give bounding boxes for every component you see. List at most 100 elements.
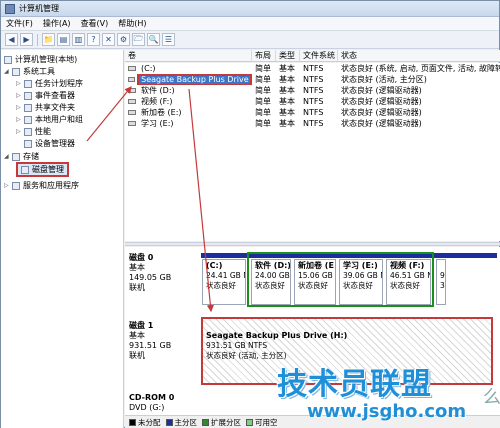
volume-type: 基本 bbox=[279, 64, 295, 73]
folder-icon[interactable]: 🗁 bbox=[132, 33, 145, 46]
menu-file[interactable]: 文件(F) bbox=[1, 18, 38, 29]
volume-layout: 简单 bbox=[255, 108, 271, 117]
help-icon[interactable]: ? bbox=[87, 33, 100, 46]
volume-row[interactable]: 视频 (F:) 简单 基本 NTFS 状态良好 (逻辑驱动器) bbox=[125, 96, 500, 107]
volume-type: 基本 bbox=[279, 75, 295, 84]
collapse-icon: ▷ bbox=[16, 128, 21, 135]
volume-row[interactable]: 学习 (E:) 简单 基本 NTFS 状态良好 (逻辑驱动器) bbox=[125, 118, 500, 129]
partition-label: Seagate Backup Plus Drive (H:) bbox=[206, 331, 348, 340]
volume-name: 新加卷 (E:) bbox=[125, 107, 252, 118]
volume-name: Seagate Backup Plus Drive (H:) bbox=[125, 74, 252, 85]
search-icon[interactable]: 🔍 bbox=[147, 33, 160, 46]
partition-unallocated[interactable]: 93 bbox=[436, 259, 446, 305]
legend-free: 可用空 bbox=[246, 417, 278, 428]
menu-view[interactable]: 查看(V) bbox=[76, 18, 114, 29]
tree-root[interactable]: 计算机管理(本地) bbox=[4, 54, 77, 65]
expand-icon: ◢ bbox=[4, 68, 9, 75]
partition-size: 46.51 GB N bbox=[390, 271, 431, 280]
volume-status: 状态良好 (逻辑驱动器) bbox=[341, 108, 422, 117]
forward-icon[interactable]: ▶ bbox=[20, 33, 33, 46]
partition-f[interactable]: 视频 (F:) 46.51 GB N 状态良好 bbox=[386, 259, 431, 305]
tree-system-tools[interactable]: ◢ 系统工具 bbox=[4, 66, 55, 77]
volume-fs: NTFS bbox=[303, 75, 324, 84]
partition-status: 3 bbox=[440, 281, 445, 290]
drive-icon bbox=[128, 77, 136, 82]
computer-management-window: 计算机管理 文件(F) 操作(A) 查看(V) 帮助(H) ◀ ▶ 📁 ▤ ▥ … bbox=[0, 0, 500, 428]
disk0-name: 磁盘 0 bbox=[129, 253, 154, 262]
volume-type: 基本 bbox=[279, 108, 295, 117]
col-volume[interactable]: 卷 bbox=[125, 50, 252, 61]
volume-layout: 简单 bbox=[255, 119, 271, 128]
partition-label: 学习 (E:) bbox=[343, 261, 378, 270]
disk1-label[interactable]: 磁盘 1 基本 931.51 GB 联机 bbox=[129, 321, 197, 361]
volume-name: 软件 (D:) bbox=[125, 85, 252, 96]
tools-icon bbox=[12, 67, 20, 76]
partition-status: 状态良好 bbox=[206, 281, 236, 290]
volume-layout: 简单 bbox=[255, 86, 271, 95]
volume-row[interactable]: (C:) 简单 基本 NTFS 状态良好 (系统, 启动, 页面文件, 活动, … bbox=[125, 63, 500, 74]
collapse-icon: ▷ bbox=[16, 104, 21, 111]
col-filesystem[interactable]: 文件系统 bbox=[300, 50, 338, 61]
partition-status: 状态良好 bbox=[390, 281, 420, 290]
volume-row[interactable]: 新加卷 (E:) 简单 基本 NTFS 状态良好 (逻辑驱动器) bbox=[125, 107, 500, 118]
partition-c[interactable]: (C:) 24.41 GB N 状态良好 bbox=[202, 259, 246, 305]
tree-services[interactable]: ▷ 服务和应用程序 bbox=[4, 180, 79, 191]
menu-action[interactable]: 操作(A) bbox=[38, 18, 76, 29]
disk0-state: 联机 bbox=[129, 283, 145, 292]
partition-status: 状态良好 bbox=[298, 281, 328, 290]
settings-icon[interactable]: ⚙ bbox=[117, 33, 130, 46]
partition-seagate[interactable]: Seagate Backup Plus Drive (H:) 931.51 GB … bbox=[201, 317, 493, 385]
list-icon[interactable]: ☰ bbox=[162, 33, 175, 46]
pane-splitter[interactable] bbox=[125, 242, 500, 246]
tree-task-scheduler[interactable]: ▷ 任务计划程序 bbox=[16, 78, 83, 89]
back-icon[interactable]: ◀ bbox=[5, 33, 18, 46]
partition-status: 状态良好 bbox=[343, 281, 373, 290]
legend-label: 扩展分区 bbox=[211, 417, 241, 427]
volume-list: (C:) 简单 基本 NTFS 状态良好 (系统, 启动, 页面文件, 活动, … bbox=[125, 63, 500, 241]
col-type[interactable]: 类型 bbox=[276, 50, 300, 61]
collapse-icon: ▷ bbox=[16, 92, 21, 99]
event-icon bbox=[24, 91, 32, 100]
col-status[interactable]: 状态 bbox=[338, 50, 500, 61]
disk0-type: 基本 bbox=[129, 263, 145, 272]
collapse-icon: ▷ bbox=[16, 80, 21, 87]
volume-row[interactable]: 软件 (D:) 简单 基本 NTFS 状态良好 (逻辑驱动器) bbox=[125, 85, 500, 96]
tree-event-viewer[interactable]: ▷ 事件查看器 bbox=[16, 90, 75, 101]
disk0-label[interactable]: 磁盘 0 基本 149.05 GB 联机 bbox=[129, 253, 197, 293]
legend-unallocated: 未分配 bbox=[129, 417, 161, 428]
drive-icon bbox=[128, 99, 136, 104]
volume-layout: 简单 bbox=[255, 64, 271, 73]
properties-icon[interactable]: ▥ bbox=[72, 33, 85, 46]
cdrom-label[interactable]: CD-ROM 0 DVD (G:) bbox=[129, 393, 197, 413]
delete-icon[interactable]: ✕ bbox=[102, 33, 115, 46]
partition-e-study[interactable]: 学习 (E:) 39.06 GB N 状态良好 bbox=[339, 259, 383, 305]
tree-shared-folders[interactable]: ▷ 共享文件夹 bbox=[16, 102, 75, 113]
tree-disk-management[interactable]: 磁盘管理 bbox=[16, 162, 69, 177]
disk1-name: 磁盘 1 bbox=[129, 321, 154, 330]
up-folder-icon[interactable]: 📁 bbox=[42, 33, 55, 46]
menu-help[interactable]: 帮助(H) bbox=[113, 18, 151, 29]
legend-label: 主分区 bbox=[174, 417, 198, 427]
tree-performance[interactable]: ▷ 性能 bbox=[16, 126, 51, 137]
volume-layout: 简单 bbox=[255, 97, 271, 106]
cdrom-name: CD-ROM 0 bbox=[129, 393, 175, 402]
volume-status: 状态良好 (活动, 主分区) bbox=[341, 75, 427, 84]
volume-fs: NTFS bbox=[303, 119, 324, 128]
computer-icon bbox=[4, 55, 12, 64]
partition-e-new[interactable]: 新加卷 (E 15.06 GB 状态良好 bbox=[294, 259, 336, 305]
partition-size: 39.06 GB N bbox=[343, 271, 383, 280]
partition-d[interactable]: 软件 (D:) 24.00 GB 状态良好 bbox=[251, 259, 291, 305]
toolbar: ◀ ▶ 📁 ▤ ▥ ? ✕ ⚙ 🗁 🔍 ☰ bbox=[1, 31, 499, 49]
tree-storage[interactable]: ◢ 存储 bbox=[4, 151, 39, 162]
title-bar: 计算机管理 bbox=[1, 1, 499, 17]
volume-fs: NTFS bbox=[303, 86, 324, 95]
col-layout[interactable]: 布局 bbox=[252, 50, 276, 61]
tree-device-manager[interactable]: 设备管理器 bbox=[24, 138, 75, 149]
shared-folder-icon bbox=[24, 103, 32, 112]
drive-icon bbox=[128, 110, 136, 115]
partition-label: 视频 (F:) bbox=[390, 261, 425, 270]
tree-local-users[interactable]: ▷ 本地用户和组 bbox=[16, 114, 83, 125]
volume-row-seagate[interactable]: Seagate Backup Plus Drive (H:) 简单 基本 NTF… bbox=[125, 74, 500, 85]
drive-icon bbox=[128, 88, 136, 93]
console-tree-icon[interactable]: ▤ bbox=[57, 33, 70, 46]
